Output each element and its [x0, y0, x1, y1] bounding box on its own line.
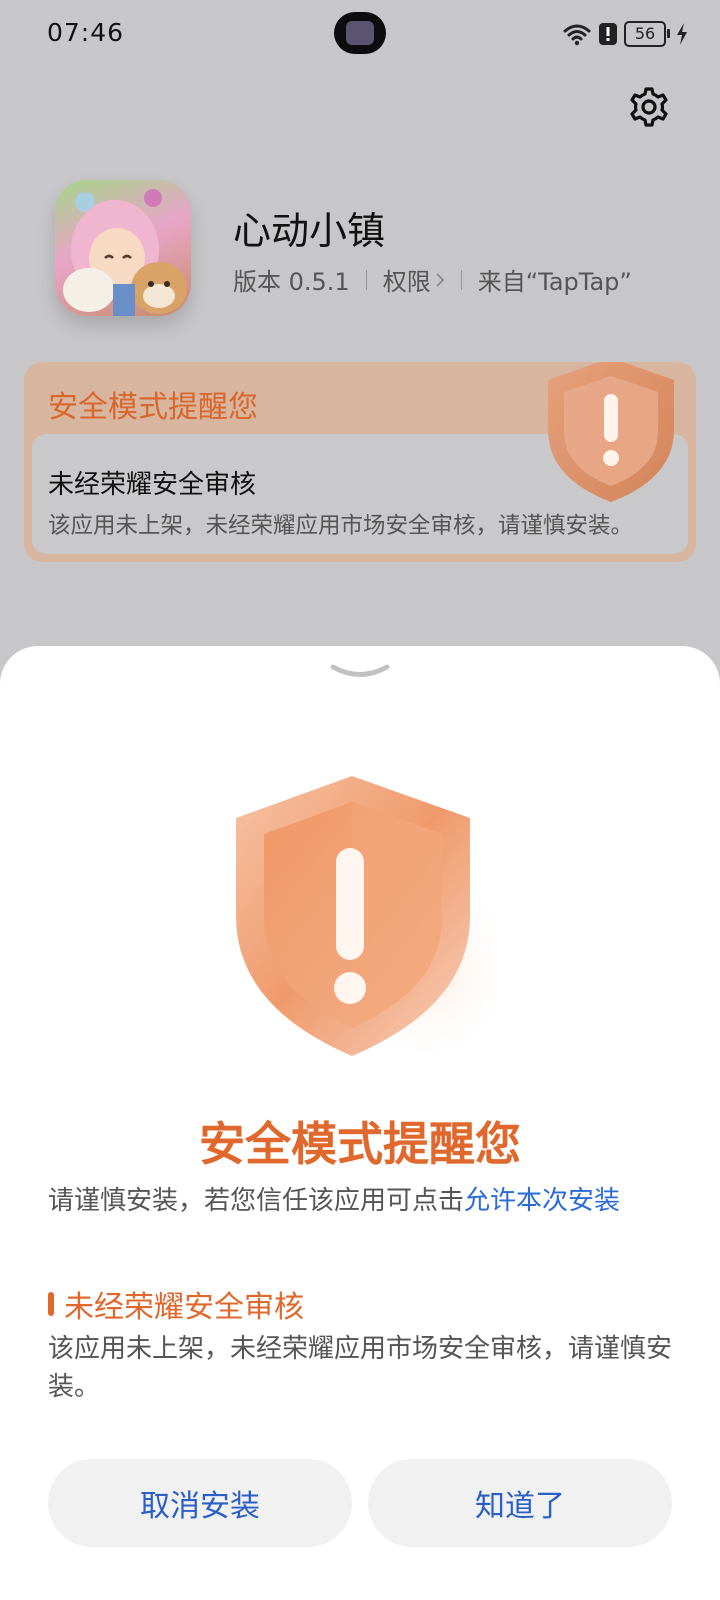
security-warning-card: 安全模式提醒您 未经荣耀安全审核 该应用未上架，未经荣耀应用市场安全审核，请谨慎… [24, 362, 696, 562]
warning-card-heading: 未经荣耀安全审核 [48, 470, 257, 500]
section-title: 未经荣耀安全审核 [64, 1290, 304, 1325]
section-accent-bar [48, 1292, 54, 1316]
section-heading: 未经荣耀安全审核 [48, 1282, 304, 1326]
security-bottom-sheet: 安全模式提醒您 请谨慎安装，若您信任该应用可点击允许本次安装 未经荣耀安全审核 … [0, 646, 720, 1600]
alert-icon [599, 23, 617, 45]
divider [460, 269, 462, 290]
sheet-subtitle-text: 请谨慎安装，若您信任该应用可点击 [48, 1186, 465, 1216]
app-meta: 版本 0.5.1 权限 来自“TapTap” [233, 262, 632, 297]
section-description: 该应用未上架，未经荣耀应用市场安全审核，请谨慎安装。 [48, 1334, 673, 1402]
warning-card-title: 安全模式提醒您 [48, 390, 258, 425]
divider [365, 269, 367, 290]
shield-alert-icon [236, 776, 492, 1066]
app-version: 版本 0.5.1 [233, 268, 350, 296]
status-icons: 56 [562, 20, 688, 48]
permissions-label: 权限 [382, 268, 431, 296]
permissions-link[interactable]: 权限 [383, 262, 445, 297]
charging-icon [677, 23, 687, 45]
shield-alert-icon [548, 362, 674, 502]
gear-icon[interactable] [628, 86, 670, 128]
battery-icon: 56 [624, 21, 670, 47]
acknowledge-button[interactable]: 知道了 [368, 1459, 672, 1547]
front-camera [334, 12, 386, 54]
status-time: 07:46 [47, 18, 125, 47]
status-bar: 07:46 56 [0, 0, 720, 66]
app-source: 来自“TapTap” [477, 268, 632, 296]
cancel-install-button[interactable]: 取消安装 [48, 1459, 352, 1547]
wifi-icon [563, 24, 591, 46]
app-name: 心动小镇 [233, 209, 386, 253]
allow-install-link[interactable]: 允许本次安装 [464, 1186, 620, 1216]
chevron-down-icon[interactable] [329, 662, 391, 684]
app-icon [55, 180, 191, 316]
chevron-right-icon [436, 272, 444, 287]
warning-card-description: 该应用未上架，未经荣耀应用市场安全审核，请谨慎安装。 [48, 513, 634, 539]
sheet-subtitle: 请谨慎安装，若您信任该应用可点击允许本次安装 [48, 1180, 620, 1217]
sheet-title: 安全模式提醒您 [199, 1117, 521, 1171]
